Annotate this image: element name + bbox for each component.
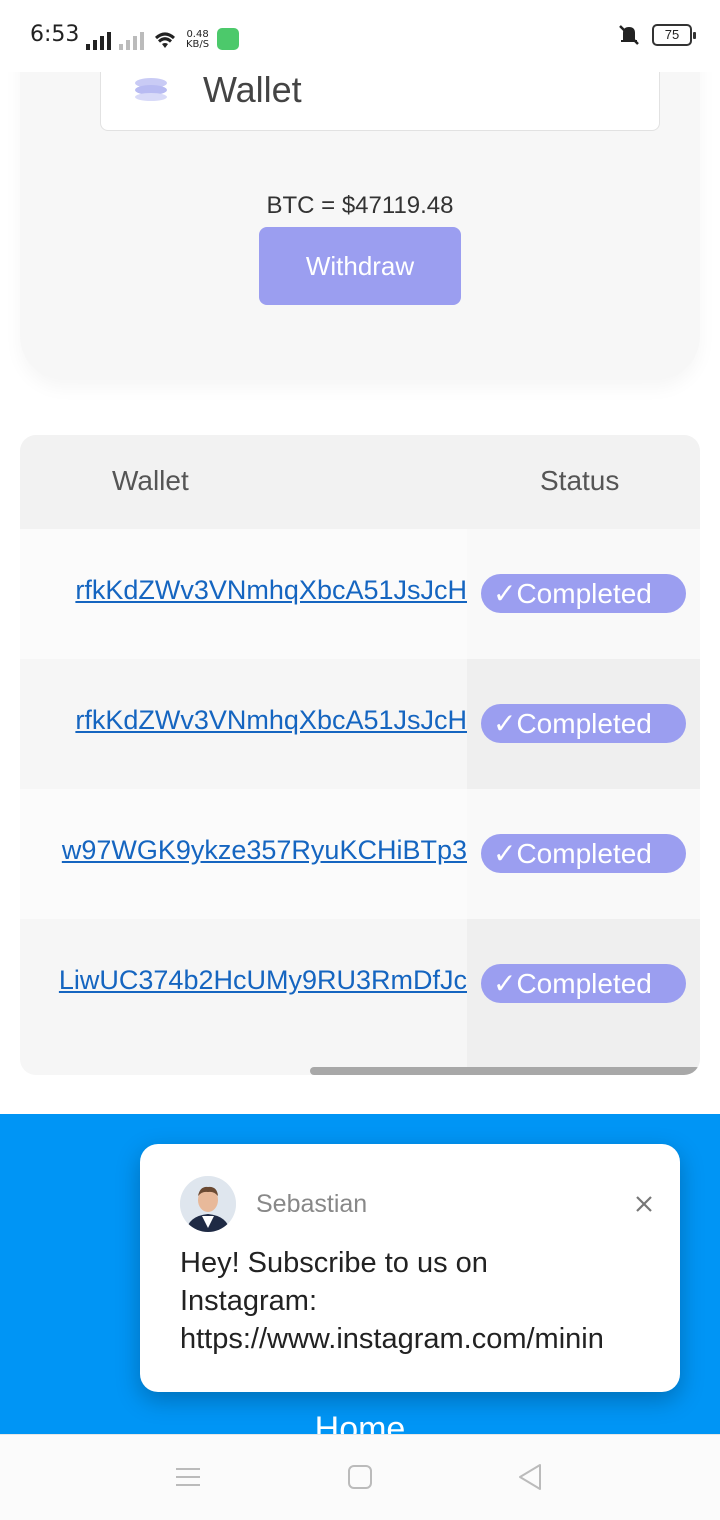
- column-header-wallet: Wallet: [112, 465, 189, 496]
- transactions-table[interactable]: Wallet Status rfkKdZWv3VNmhqXbcA51JsJcH …: [20, 435, 700, 1075]
- horizontal-scrollbar[interactable]: [310, 1067, 700, 1075]
- table-row: LiwUC374b2HcUMy9RU3RmDfJc ✓Completed: [20, 919, 700, 1075]
- status-cell: ✓Completed: [467, 659, 700, 789]
- status-badge: ✓Completed: [481, 704, 686, 743]
- wifi-icon: [155, 32, 175, 48]
- wallet-address-link[interactable]: rfkKdZWv3VNmhqXbcA51JsJcH: [75, 575, 467, 606]
- net-speed: 0.48 KB/S: [186, 29, 210, 50]
- wallet-cell: LiwUC374b2HcUMy9RU3RmDfJc: [20, 919, 467, 1075]
- popup-message: Hey! Subscribe to us on Instagram: https…: [180, 1247, 604, 1355]
- wallet-address-link[interactable]: LiwUC374b2HcUMy9RU3RmDfJc: [59, 965, 467, 996]
- btc-price: BTC = $47119.48: [266, 192, 454, 219]
- signal-2-icon: [119, 30, 144, 50]
- table-row: rfkKdZWv3VNmhqXbcA51JsJcH ✓Completed: [20, 529, 700, 659]
- home-square-icon[interactable]: [344, 1461, 376, 1493]
- withdraw-button[interactable]: Withdraw: [259, 227, 461, 305]
- status-cell: ✓Completed: [467, 789, 700, 919]
- status-time: 6:53: [30, 22, 80, 47]
- table-row: rfkKdZWv3VNmhqXbcA51JsJcH ✓Completed: [20, 659, 700, 789]
- wallet-address-link[interactable]: rfkKdZWv3VNmhqXbcA51JsJcH: [75, 705, 467, 736]
- table-header: Wallet Status: [20, 435, 700, 529]
- status-badge: ✓Completed: [481, 574, 686, 613]
- status-bar: 6:53 0.48 KB/S 75: [0, 0, 720, 72]
- back-triangle-icon[interactable]: [514, 1461, 546, 1493]
- status-badge: ✓Completed: [481, 964, 686, 1003]
- avatar: [180, 1176, 236, 1232]
- app-notification-icon: [217, 28, 240, 50]
- coins-icon: [135, 78, 167, 101]
- status-cell: ✓Completed: [467, 529, 700, 659]
- status-icons: 0.48 KB/S: [86, 22, 240, 50]
- status-badge: ✓Completed: [481, 834, 686, 873]
- signal-icon: [86, 30, 111, 50]
- wallet-cell: rfkKdZWv3VNmhqXbcA51JsJcH: [20, 529, 467, 659]
- status-right: 75: [616, 22, 696, 48]
- table-row: w97WGK9ykze357RyuKCHiBTp3 ✓Completed: [20, 789, 700, 919]
- person-avatar-icon: [180, 1176, 236, 1232]
- battery-indicator: 75: [652, 24, 696, 46]
- chat-popup[interactable]: Sebastian Hey! Subscribe to us on Instag…: [140, 1144, 680, 1392]
- menu-icon[interactable]: [172, 1461, 204, 1493]
- wallet-cell: w97WGK9ykze357RyuKCHiBTp3: [20, 789, 467, 919]
- close-icon[interactable]: [632, 1192, 656, 1216]
- wallet-title: Wallet: [203, 69, 302, 110]
- bell-muted-icon: [619, 25, 639, 45]
- system-nav-bar: [0, 1434, 720, 1520]
- wallet-address-link[interactable]: w97WGK9ykze357RyuKCHiBTp3: [62, 835, 467, 866]
- footer-home-link[interactable]: Home: [0, 1410, 720, 1434]
- status-cell: ✓Completed: [467, 919, 700, 1075]
- wallet-cell: rfkKdZWv3VNmhqXbcA51JsJcH: [20, 659, 467, 789]
- sender-name: Sebastian: [256, 1190, 368, 1218]
- column-header-status: Status: [540, 465, 620, 496]
